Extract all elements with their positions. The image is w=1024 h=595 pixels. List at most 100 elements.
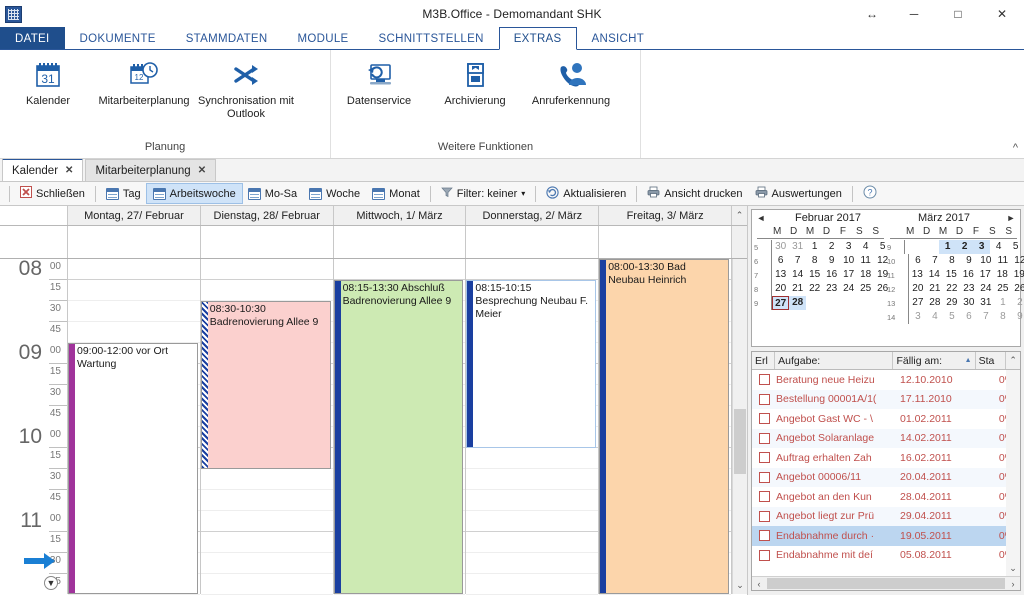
all-day-cell-donnerstag[interactable]: [466, 226, 600, 258]
refresh-button[interactable]: Aktualisieren: [540, 184, 632, 203]
ribbon-button-anruferkennung[interactable]: Anruferkennung: [523, 56, 619, 108]
mini-day[interactable]: 2: [1011, 296, 1024, 310]
scroll-left-icon[interactable]: ‹: [752, 579, 766, 589]
mini-day[interactable]: 18: [994, 268, 1011, 282]
checkbox-icon[interactable]: [758, 393, 770, 405]
day-header-dienstag[interactable]: Dienstag, 28/ Februar: [200, 206, 334, 225]
day-column-mittwoch[interactable]: 08:15-13:30 Abschluß Badrenovierung Alle…: [333, 259, 467, 595]
column-header-status[interactable]: Sta: [976, 352, 1007, 369]
task-checkbox-cell[interactable]: [752, 413, 776, 425]
maximize-button[interactable]: □: [936, 0, 980, 27]
mini-day[interactable]: 23: [960, 282, 977, 296]
mini-day[interactable]: 4: [857, 240, 874, 254]
mini-day[interactable]: 20: [772, 282, 789, 296]
mini-day[interactable]: 28: [926, 296, 943, 310]
ribbon-button-archivierung[interactable]: Archivierung: [427, 56, 523, 108]
next-month-button[interactable]: ►: [1002, 213, 1020, 223]
mini-day[interactable]: [922, 240, 939, 254]
mini-day[interactable]: 5: [943, 310, 960, 324]
mini-day[interactable]: 19: [1011, 268, 1024, 282]
mini-day[interactable]: 15: [943, 268, 960, 282]
mini-day-selected[interactable]: 28: [789, 296, 807, 310]
scroll-up-icon[interactable]: ⌃: [731, 206, 747, 225]
mini-day-selected[interactable]: 1: [939, 240, 957, 254]
mini-day[interactable]: 8: [806, 254, 823, 268]
chevron-down-circle-icon[interactable]: ▼: [44, 576, 58, 590]
all-day-cell-montag[interactable]: [68, 226, 201, 258]
day-column-dienstag[interactable]: 08:30-10:30 Badrenovierung Allee 9: [200, 259, 334, 595]
ribbon-button-kalender[interactable]: 31 Kalender: [0, 56, 96, 108]
mini-day[interactable]: 17: [977, 268, 994, 282]
scroll-down-icon[interactable]: ⌄: [733, 580, 747, 591]
column-header-aufgabe[interactable]: Aufgabe:: [775, 352, 894, 369]
task-checkbox-cell[interactable]: [752, 471, 776, 483]
ribbon-tab-schnittstellen[interactable]: SCHNITTSTELLEN: [364, 27, 499, 49]
mini-day[interactable]: 13: [772, 268, 789, 282]
mini-day[interactable]: 30: [960, 296, 977, 310]
mini-day[interactable]: 7: [977, 310, 994, 324]
mini-day[interactable]: 14: [789, 268, 806, 282]
mini-day[interactable]: 18: [857, 268, 874, 282]
mini-day[interactable]: 25: [994, 282, 1011, 296]
day-header-donnerstag[interactable]: Donnerstag, 2/ März: [466, 206, 600, 225]
mini-day[interactable]: 6: [772, 254, 789, 268]
doc-tab-mitarbeiterplanung[interactable]: Mitarbeiterplanung ✕: [85, 159, 217, 181]
doc-tab-kalender[interactable]: Kalender ✕: [2, 158, 84, 181]
mini-day[interactable]: 10: [840, 254, 857, 268]
close-icon[interactable]: ✕: [198, 165, 206, 176]
view-button-tag[interactable]: Tag: [100, 184, 147, 203]
checkbox-icon[interactable]: [758, 452, 770, 464]
mini-day[interactable]: 15: [806, 268, 823, 282]
checkbox-icon[interactable]: [758, 374, 770, 386]
mini-day[interactable]: 8: [994, 310, 1011, 324]
mini-day[interactable]: 13: [909, 268, 926, 282]
mini-day[interactable]: 9: [1011, 310, 1024, 324]
month-title-februar[interactable]: Februar 2017: [770, 212, 886, 224]
mini-day[interactable]: 17: [840, 268, 857, 282]
mini-day[interactable]: 29: [943, 296, 960, 310]
help-button[interactable]: ?: [857, 184, 883, 203]
ribbon-tab-dokumente[interactable]: DOKUMENTE: [65, 27, 171, 49]
all-day-cell-freitag[interactable]: [599, 226, 732, 258]
close-button[interactable]: ✕: [980, 0, 1024, 27]
task-row[interactable]: Auftrag erhalten Zah 16.02.2011 0%: [752, 448, 1020, 468]
minimize-button[interactable]: ─: [892, 0, 936, 27]
mini-day[interactable]: [905, 240, 922, 254]
checkbox-icon[interactable]: [758, 510, 770, 522]
chevron-up-icon[interactable]: ^: [1013, 142, 1018, 154]
task-checkbox-cell[interactable]: [752, 393, 776, 405]
mini-day[interactable]: 9: [823, 254, 840, 268]
mini-day[interactable]: 22: [806, 282, 823, 296]
task-row[interactable]: Angebot Gast WC - \ 01.02.2011 0%: [752, 409, 1020, 429]
scrollbar-thumb[interactable]: [767, 578, 1005, 589]
mini-day[interactable]: 1: [994, 296, 1011, 310]
close-icon[interactable]: ✕: [65, 165, 73, 176]
mini-day[interactable]: 11: [994, 254, 1011, 268]
reports-button[interactable]: Auswertungen: [749, 184, 848, 203]
mini-day[interactable]: 23: [823, 282, 840, 296]
scroll-down-icon[interactable]: ⌄: [1006, 563, 1020, 574]
day-header-montag[interactable]: Montag, 27/ Februar: [68, 206, 201, 225]
mini-day[interactable]: 7: [926, 254, 943, 268]
all-day-cell-dienstag[interactable]: [200, 226, 334, 258]
mini-day[interactable]: 4: [926, 310, 943, 324]
day-header-mittwoch[interactable]: Mittwoch, 1/ März: [333, 206, 467, 225]
task-row[interactable]: Endabnahme mit deí 05.08.2011 0%: [752, 546, 1020, 566]
checkbox-icon[interactable]: [758, 549, 770, 561]
checkbox-icon[interactable]: [758, 491, 770, 503]
mini-day[interactable]: 6: [960, 310, 977, 324]
ribbon-tab-module[interactable]: MODULE: [283, 27, 364, 49]
mini-day[interactable]: 26: [1011, 282, 1024, 296]
mini-day-selected[interactable]: 3: [973, 240, 991, 254]
all-day-cell-mittwoch[interactable]: [333, 226, 467, 258]
task-checkbox-cell[interactable]: [752, 374, 776, 386]
mini-day[interactable]: [806, 296, 823, 310]
mini-day[interactable]: 9: [960, 254, 977, 268]
day-column-donnerstag[interactable]: 08:15-10:15 Besprechung Neubau F. Meier: [466, 259, 600, 595]
ribbon-button-synchronisation-outlook[interactable]: Synchronisation mit Outlook: [193, 56, 299, 121]
view-button-woche[interactable]: Woche: [303, 184, 366, 203]
mini-day-today[interactable]: 27: [772, 296, 790, 310]
mini-day[interactable]: 5: [1007, 240, 1024, 254]
mini-day[interactable]: 4: [990, 240, 1007, 254]
task-row-selected[interactable]: Endabnahme durch · 19.05.2011 0%: [752, 526, 1020, 546]
